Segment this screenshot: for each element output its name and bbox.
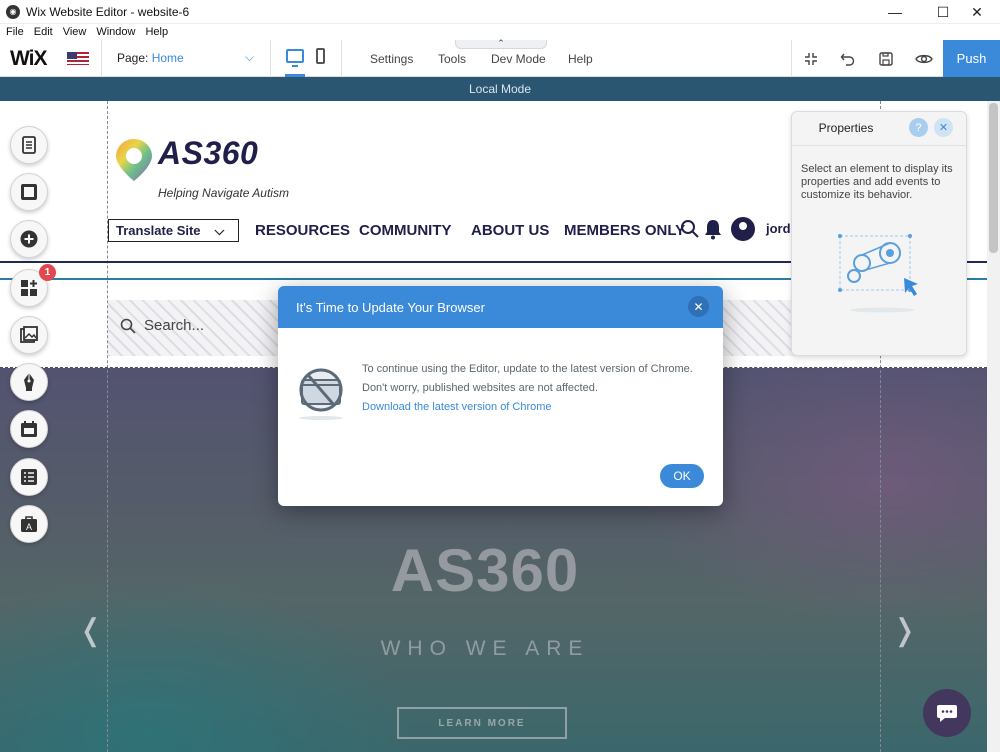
push-button[interactable]: Push bbox=[943, 40, 1000, 77]
translate-site-dropdown[interactable]: Translate Site ⌵ bbox=[108, 219, 239, 242]
dialog-close-button[interactable]: ✕ bbox=[688, 296, 709, 317]
dialog-header: It's Time to Update Your Browser ✕ bbox=[278, 286, 723, 328]
divider bbox=[791, 40, 792, 77]
wix-app-icon: ◉ bbox=[6, 4, 20, 19]
menu-view[interactable]: View bbox=[63, 26, 87, 38]
pages-icon bbox=[22, 136, 36, 154]
wix-logo[interactable]: WiX bbox=[10, 47, 47, 71]
nav-resources[interactable]: RESOURCES bbox=[255, 222, 350, 239]
nav-about-us[interactable]: ABOUT US bbox=[471, 222, 549, 239]
zoom-out-icon[interactable] bbox=[801, 49, 821, 69]
search-icon[interactable] bbox=[680, 219, 700, 239]
pages-button[interactable] bbox=[10, 126, 48, 164]
outdated-browser-icon bbox=[299, 368, 343, 420]
learn-more-button[interactable]: LEARN MORE bbox=[397, 707, 567, 739]
as360-logo-pin-icon[interactable] bbox=[114, 137, 154, 183]
divider bbox=[101, 40, 102, 77]
slide-prev-arrow-icon[interactable]: ❬ bbox=[78, 613, 103, 648]
preview-eye-icon[interactable] bbox=[914, 49, 934, 69]
site-logo-text[interactable]: AS360 bbox=[158, 135, 258, 172]
search-placeholder: Search... bbox=[144, 317, 205, 334]
help-icon[interactable]: ? bbox=[909, 118, 928, 137]
nav-community[interactable]: COMMUNITY bbox=[359, 222, 452, 239]
add-button[interactable] bbox=[10, 220, 48, 258]
menu-file[interactable]: File bbox=[6, 26, 24, 38]
nav-members-only[interactable]: MEMBERS ONLY bbox=[564, 222, 685, 239]
undo-icon[interactable] bbox=[838, 49, 858, 69]
ok-button[interactable]: OK bbox=[660, 464, 704, 488]
bell-icon[interactable] bbox=[703, 218, 723, 240]
add-apps-icon bbox=[21, 280, 37, 296]
divider bbox=[792, 145, 966, 146]
page-value: Home bbox=[151, 51, 184, 65]
menu-edit[interactable]: Edit bbox=[34, 26, 53, 38]
properties-description: Select an element to display its propert… bbox=[801, 163, 953, 201]
divider bbox=[341, 40, 342, 77]
menu-help[interactable]: Help bbox=[145, 26, 168, 38]
add-icon bbox=[20, 230, 38, 248]
collapse-topbar-tab[interactable]: ⌃ bbox=[455, 39, 547, 49]
properties-panel: Properties ? ✕ Select an element to disp… bbox=[791, 111, 967, 356]
site-tagline: Helping Navigate Autism bbox=[158, 186, 289, 200]
hero-title[interactable]: AS360 bbox=[0, 536, 970, 605]
notification-badge: 1 bbox=[39, 264, 56, 281]
site-search-bar[interactable]: Search... bbox=[120, 317, 204, 334]
user-name[interactable]: jord bbox=[766, 221, 791, 236]
blog-pen-icon bbox=[24, 373, 34, 391]
dialog-message-line2: Don't worry, published websites are not … bbox=[362, 382, 598, 394]
dialog-message-line1: To continue using the Editor, update to … bbox=[362, 363, 693, 375]
dialog-title: It's Time to Update Your Browser bbox=[296, 300, 485, 315]
menu-settings[interactable]: Settings bbox=[370, 52, 413, 66]
local-mode-bar: Local Mode bbox=[0, 77, 1000, 101]
editor-topbar: WiX Page: Home ⌵ ⌃ Settings Tools Dev Mo… bbox=[0, 39, 1000, 77]
chat-bubble-icon bbox=[937, 705, 957, 722]
svg-text:A: A bbox=[26, 522, 32, 532]
close-window-button[interactable]: ✕ bbox=[954, 0, 1000, 24]
download-chrome-link[interactable]: Download the latest version of Chrome bbox=[362, 401, 552, 413]
menu-dev-mode[interactable]: Dev Mode bbox=[491, 52, 546, 66]
menu-tools[interactable]: Tools bbox=[438, 52, 466, 66]
minimize-button[interactable]: — bbox=[872, 0, 918, 24]
chevron-down-icon: ⌵ bbox=[214, 222, 225, 238]
properties-illustration-icon bbox=[838, 234, 918, 313]
media-icon bbox=[20, 326, 38, 343]
properties-title: Properties bbox=[818, 121, 874, 135]
cms-list-icon bbox=[21, 469, 37, 485]
background-button[interactable] bbox=[10, 173, 48, 211]
slide-next-arrow-icon[interactable]: ❭ bbox=[892, 613, 917, 648]
hero-subtitle[interactable]: WHO WE ARE bbox=[0, 637, 970, 661]
mobile-icon[interactable] bbox=[316, 48, 325, 64]
save-icon[interactable] bbox=[876, 49, 896, 69]
avatar[interactable] bbox=[731, 217, 755, 241]
bookings-button[interactable] bbox=[10, 410, 48, 448]
business-button[interactable]: A bbox=[10, 505, 48, 543]
update-browser-dialog: It's Time to Update Your Browser ✕ To co… bbox=[278, 286, 723, 506]
window-titlebar: ◉ Wix Website Editor - website-6 — ☐ ✕ bbox=[0, 0, 1000, 24]
divider bbox=[270, 40, 271, 77]
us-flag-icon[interactable] bbox=[67, 52, 89, 65]
page-label: Page: bbox=[117, 51, 149, 65]
close-icon[interactable]: ✕ bbox=[934, 118, 953, 137]
blog-button[interactable] bbox=[10, 363, 48, 401]
canvas-scroll-thumb[interactable] bbox=[989, 103, 998, 253]
background-icon bbox=[21, 184, 37, 200]
desktop-icon[interactable] bbox=[286, 49, 304, 67]
page-selector[interactable]: Page: Home bbox=[117, 51, 184, 65]
cms-button[interactable] bbox=[10, 458, 48, 496]
business-icon: A bbox=[21, 516, 37, 532]
chevron-down-icon[interactable]: ⌵ bbox=[245, 50, 254, 65]
chat-button[interactable] bbox=[923, 689, 971, 737]
bookings-icon bbox=[21, 421, 37, 437]
translate-label: Translate Site bbox=[116, 223, 201, 238]
menu-help-top[interactable]: Help bbox=[568, 52, 593, 66]
search-icon bbox=[120, 318, 136, 334]
menu-window[interactable]: Window bbox=[96, 26, 135, 38]
window-title: Wix Website Editor - website-6 bbox=[26, 4, 190, 19]
media-button[interactable] bbox=[10, 316, 48, 354]
